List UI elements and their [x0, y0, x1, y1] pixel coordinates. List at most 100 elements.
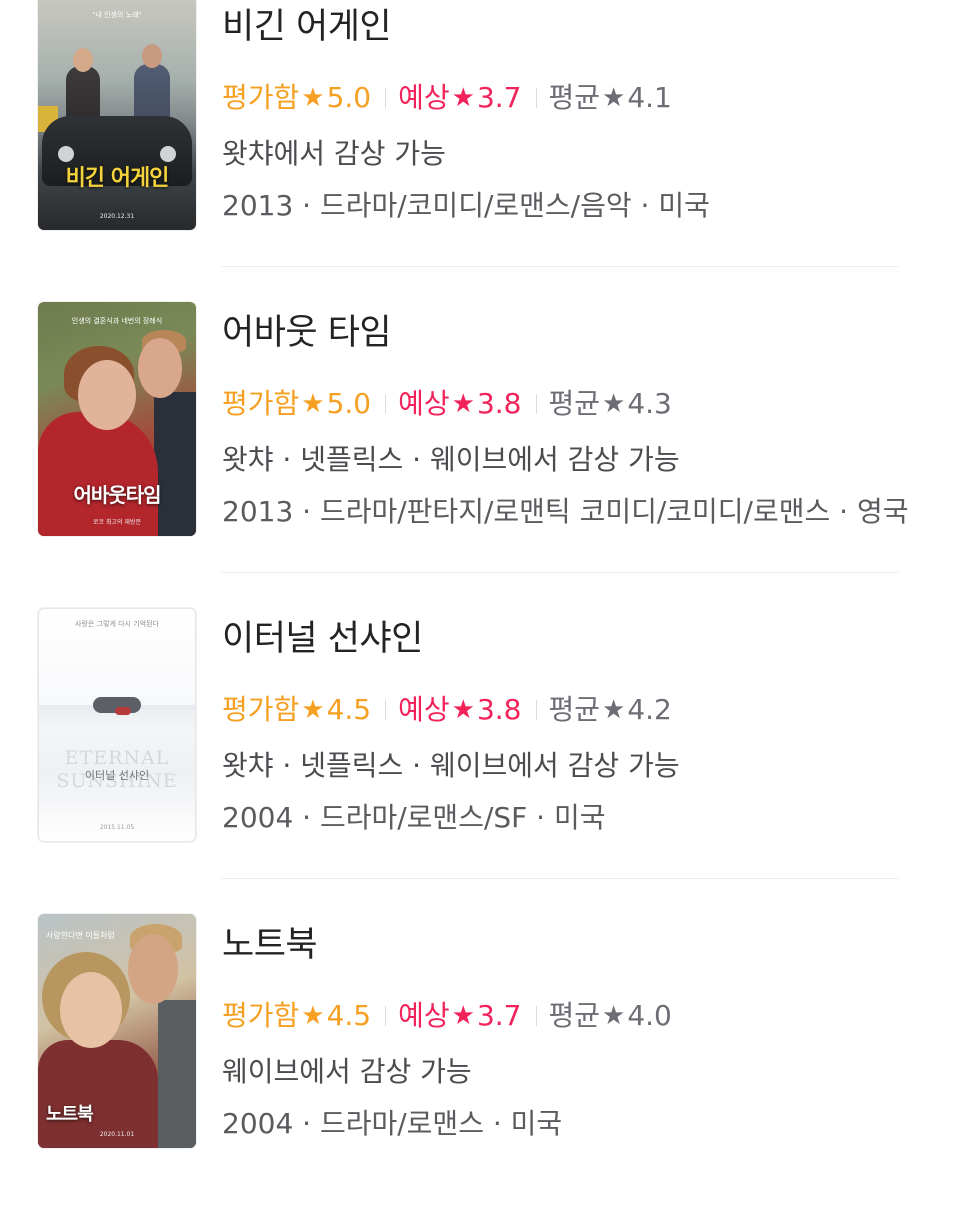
- movie-meta: 2013 · 드라마/판타지/로맨틱 코미디/코미디/로맨스 · 영국: [222, 495, 909, 528]
- poster-art-figure: [115, 707, 131, 715]
- poster-title: 비긴 어게인: [65, 166, 170, 191]
- my-rating-value: 5.0: [326, 387, 372, 420]
- poster-tagline: 사랑한다면 이들처럼: [46, 931, 115, 940]
- my-rating-label: 평가함: [222, 81, 300, 114]
- movie-poster[interactable]: 사랑은 그렇게 다시 기억된다 ETERNAL SUNSHINE 이터널 선샤인…: [38, 608, 196, 842]
- poster-art-figure: [154, 392, 196, 536]
- average-rating-value: 4.2: [627, 693, 672, 726]
- predicted-rating: 예상 ★ 3.8: [398, 384, 521, 424]
- predicted-rating-label: 예상: [398, 999, 450, 1032]
- star-icon: ★: [301, 83, 325, 113]
- average-rating: 평균 ★ 4.1: [549, 78, 672, 118]
- movie-list-item[interactable]: "내 인생의 노래" 비긴 어게인 2020.12.31 비긴 어게인 평가함 ★…: [0, 0, 972, 300]
- my-rating-value: 4.5: [326, 999, 372, 1032]
- star-icon: ★: [451, 83, 475, 113]
- movie-meta: 2013 · 드라마/코미디/로맨스/음악 · 미국: [222, 189, 710, 222]
- movie-list-item[interactable]: 사랑한다면 이들처럼 노트북 2020.11.01 노트북 평가함 ★ 4.5 예상…: [0, 912, 972, 1218]
- rating-divider: [385, 88, 387, 108]
- movie-meta: 2004 · 드라마/로맨스 · 미국: [222, 1107, 563, 1140]
- movie-title[interactable]: 비긴 어게인: [222, 2, 392, 52]
- rating-row: 평가함 ★ 5.0 예상 ★ 3.8 평균 ★ 4.3: [222, 384, 672, 424]
- predicted-rating: 예상 ★ 3.8: [398, 690, 521, 730]
- average-rating: 평균 ★ 4.2: [549, 690, 672, 730]
- movie-title[interactable]: 어바웃 타임: [222, 308, 392, 358]
- average-rating: 평균 ★ 4.3: [549, 384, 672, 424]
- rating-row: 평가함 ★ 4.5 예상 ★ 3.7 평균 ★ 4.0: [222, 996, 672, 1036]
- star-icon: ★: [602, 83, 626, 113]
- star-icon: ★: [451, 695, 475, 725]
- my-rating: 평가함 ★ 5.0: [222, 384, 371, 424]
- streaming-availability: 왓챠 · 넷플릭스 · 웨이브에서 감상 가능: [222, 443, 680, 476]
- poster-title: 이터널 선샤인: [84, 769, 150, 782]
- rating-divider: [385, 394, 387, 414]
- my-rating-label: 평가함: [222, 693, 300, 726]
- movie-poster[interactable]: "내 인생의 노래" 비긴 어게인 2020.12.31: [38, 0, 196, 230]
- poster-tagline: 사랑은 그렇게 다시 기억된다: [75, 620, 159, 628]
- poster-art-figure: [78, 360, 136, 430]
- predicted-rating-value: 3.8: [476, 693, 522, 726]
- list-divider: [222, 266, 898, 267]
- poster-art-figure: [158, 1000, 196, 1148]
- star-icon: ★: [451, 1001, 475, 1031]
- average-rating-label: 평균: [548, 999, 601, 1032]
- poster-art-dress: [38, 412, 158, 536]
- streaming-availability: 왓챠에서 감상 가능: [222, 137, 446, 170]
- poster-release: 2015.11.05: [99, 824, 135, 832]
- average-rating-value: 4.1: [627, 81, 672, 114]
- streaming-availability: 웨이브에서 감상 가능: [222, 1055, 472, 1088]
- list-divider: [222, 878, 898, 879]
- rating-divider: [535, 1006, 537, 1026]
- movie-list: "내 인생의 노래" 비긴 어게인 2020.12.31 비긴 어게인 평가함 ★…: [0, 0, 972, 1157]
- predicted-rating-label: 예상: [398, 81, 450, 114]
- poster-title: 노트북: [46, 1104, 94, 1125]
- average-rating-label: 평균: [548, 81, 601, 114]
- star-icon: ★: [602, 389, 626, 419]
- movie-poster[interactable]: 인생의 결혼식과 네번의 장례식 어바웃타임 로코 최고의 재방문: [38, 302, 196, 536]
- my-rating-label: 평가함: [222, 387, 300, 420]
- star-icon: ★: [301, 695, 325, 725]
- star-icon: ★: [451, 389, 475, 419]
- rating-divider: [385, 1006, 387, 1026]
- average-rating-label: 평균: [548, 387, 601, 420]
- rating-divider: [535, 394, 537, 414]
- average-rating-value: 4.0: [627, 999, 672, 1032]
- movie-title[interactable]: 노트북: [222, 920, 318, 970]
- predicted-rating-value: 3.7: [476, 81, 522, 114]
- average-rating-label: 평균: [548, 693, 601, 726]
- predicted-rating-value: 3.7: [476, 999, 522, 1032]
- movie-poster[interactable]: 사랑한다면 이들처럼 노트북 2020.11.01: [38, 914, 196, 1148]
- rating-divider: [535, 88, 537, 108]
- rating-row: 평가함 ★ 4.5 예상 ★ 3.8 평균 ★ 4.2: [222, 690, 672, 730]
- list-divider: [222, 572, 898, 573]
- movie-list-item[interactable]: 인생의 결혼식과 네번의 장례식 어바웃타임 로코 최고의 재방문 어바웃 타임…: [0, 300, 972, 606]
- movie-list-item[interactable]: 사랑은 그렇게 다시 기억된다 ETERNAL SUNSHINE 이터널 선샤인…: [0, 606, 972, 912]
- predicted-rating: 예상 ★ 3.7: [398, 78, 521, 118]
- poster-tagline: "내 인생의 노래": [92, 11, 142, 19]
- rating-row: 평가함 ★ 5.0 예상 ★ 3.7 평균 ★ 4.1: [222, 78, 672, 118]
- poster-art-figure: [142, 44, 162, 68]
- star-icon: ★: [301, 1001, 325, 1031]
- star-icon: ★: [301, 389, 325, 419]
- poster-release: 2020.11.01: [99, 1131, 135, 1139]
- poster-release: 로코 최고의 재방문: [93, 519, 141, 527]
- movie-title[interactable]: 이터널 선샤인: [222, 614, 423, 664]
- star-icon: ★: [602, 695, 626, 725]
- streaming-availability: 왓챠 · 넷플릭스 · 웨이브에서 감상 가능: [222, 749, 680, 782]
- poster-art-figure: [73, 48, 93, 72]
- my-rating-value: 5.0: [326, 81, 372, 114]
- poster-title: 어바웃타임: [73, 483, 162, 507]
- my-rating: 평가함 ★ 4.5: [222, 690, 371, 730]
- predicted-rating-label: 예상: [398, 693, 450, 726]
- predicted-rating-value: 3.8: [476, 387, 522, 420]
- poster-art-figure: [138, 338, 182, 398]
- rating-divider: [385, 700, 387, 720]
- average-rating-value: 4.3: [627, 387, 672, 420]
- movie-meta: 2004 · 드라마/로맨스/SF · 미국: [222, 801, 606, 834]
- predicted-rating-label: 예상: [398, 387, 450, 420]
- my-rating-value: 4.5: [326, 693, 372, 726]
- rating-divider: [535, 700, 537, 720]
- poster-release: 2020.12.31: [99, 213, 135, 221]
- my-rating: 평가함 ★ 5.0: [222, 78, 371, 118]
- poster-art-figure: [60, 972, 122, 1048]
- my-rating: 평가함 ★ 4.5: [222, 996, 371, 1036]
